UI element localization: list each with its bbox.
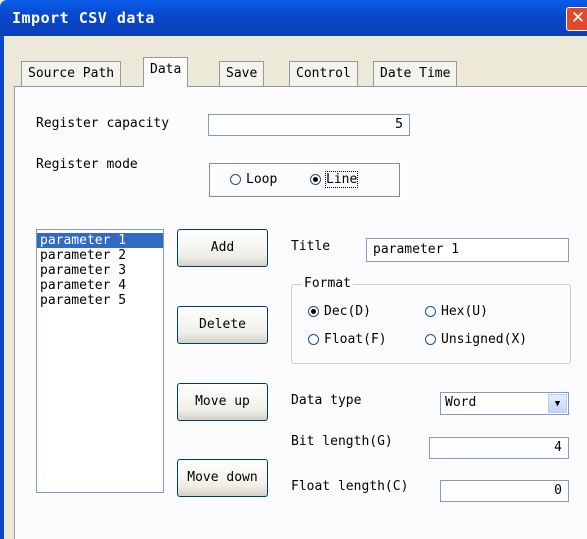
window-frame [0,36,4,539]
radio-icon [425,306,436,317]
move-up-button[interactable]: Move up [177,383,268,421]
window-title: Import CSV data [12,9,155,27]
register-mode-label: Register mode [36,157,138,172]
parameter-list[interactable]: parameter 1 parameter 2 parameter 3 para… [36,229,164,493]
line-radio[interactable]: Line [310,171,359,188]
radio-selected-icon [310,174,321,185]
dec-radio[interactable]: Dec(D) [308,304,371,319]
data-type-label: Data type [291,393,362,408]
bit-length-field[interactable]: 4 [429,437,569,459]
tab-control[interactable]: Control [289,61,358,86]
list-item[interactable]: parameter 5 [37,293,163,308]
tab-label: Date Time [380,66,451,81]
radio-icon [425,334,436,345]
format-group [291,284,571,364]
loop-radio-label: Loop [246,172,278,187]
tab-source-path[interactable]: Source Path [21,61,122,86]
tab-date-time[interactable]: Date Time [373,61,458,86]
unsigned-radio-label: Unsigned(X) [441,332,528,347]
title-bar[interactable]: Import CSV data ✕ [0,0,587,36]
tab-data[interactable]: Data [143,57,189,87]
add-button[interactable]: Add [177,229,268,267]
close-icon: ✕ [570,8,586,28]
title-label: Title [291,239,331,254]
tab-save[interactable]: Save [219,61,265,86]
register-capacity-field[interactable]: 5 [208,114,410,136]
close-button[interactable]: ✕ [566,7,587,31]
title-field[interactable]: parameter 1 [366,238,569,262]
list-item[interactable]: parameter 1 [37,233,163,248]
move-down-button[interactable]: Move down [177,459,268,497]
radio-icon [230,174,241,185]
unsigned-radio[interactable]: Unsigned(X) [425,332,527,347]
data-type-value: Word [445,395,477,410]
float-radio-label: Float(F) [324,332,387,347]
import-csv-dialog: Import CSV data ✕ Source Path Data Save … [0,0,587,539]
tab-label: Save [226,66,258,81]
tab-label: Control [296,66,351,81]
tab-label: Source Path [28,66,115,81]
float-length-field[interactable]: 0 [440,480,569,502]
bit-length-label: Bit length(G) [291,434,393,449]
float-radio[interactable]: Float(F) [308,332,387,347]
list-item[interactable]: parameter 3 [37,263,163,278]
chevron-down-icon[interactable]: ▼ [548,394,567,413]
list-item[interactable]: parameter 4 [37,278,163,293]
format-legend: Format [302,276,353,291]
dec-radio-label: Dec(D) [324,304,371,319]
radio-selected-icon [308,306,319,317]
float-length-label: Float length(C) [291,479,409,494]
line-radio-label: Line [324,171,359,188]
hex-radio-label: Hex(U) [441,304,488,319]
list-item[interactable]: parameter 2 [37,248,163,263]
delete-button[interactable]: Delete [177,306,268,344]
register-capacity-label: Register capacity [36,116,170,131]
radio-icon [308,334,319,345]
hex-radio[interactable]: Hex(U) [425,304,488,319]
data-type-select[interactable]: Word ▼ [440,392,569,415]
tab-label: Data [150,62,182,77]
loop-radio[interactable]: Loop [230,172,277,187]
